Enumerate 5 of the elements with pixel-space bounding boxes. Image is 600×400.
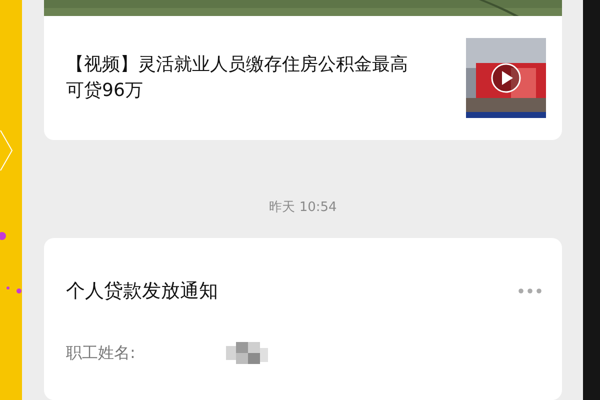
chevron-icon — [0, 130, 13, 171]
dots-drawing — [0, 232, 22, 294]
notice-title: 个人贷款发放通知 — [66, 279, 218, 304]
timestamp: 昨天 10:54 — [269, 199, 337, 216]
field-label: 职工姓名: — [66, 342, 136, 364]
